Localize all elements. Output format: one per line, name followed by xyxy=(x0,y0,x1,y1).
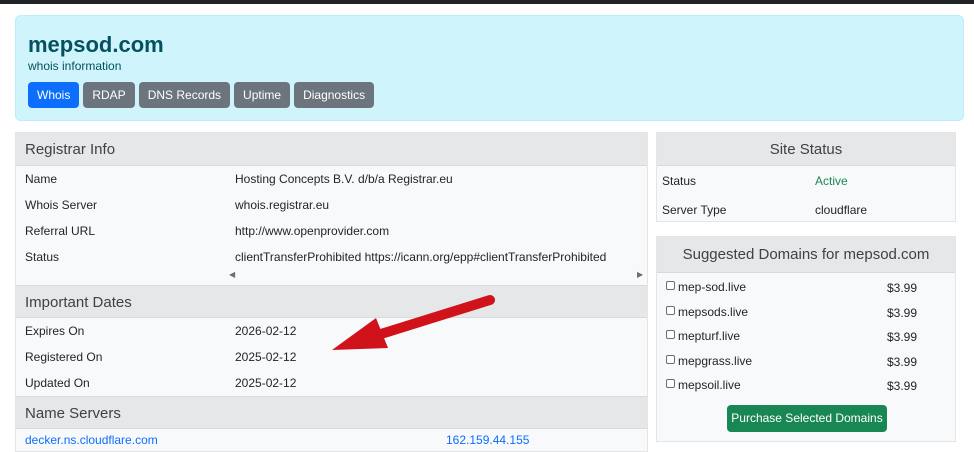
page-subtitle: whois information xyxy=(28,59,122,73)
tab-bar: Whois RDAP DNS Records Uptime Diagnostic… xyxy=(28,82,375,108)
status-active-value: Active xyxy=(815,174,848,188)
domain-name: mepgrass.live xyxy=(678,353,753,368)
purchase-selected-domains-button[interactable]: Purchase Selected Domains xyxy=(727,405,887,432)
row-value: 2026-02-12 xyxy=(235,324,297,338)
domain-price: $3.99 xyxy=(887,330,918,344)
row-value: clientTransferProhibited https://icann.o… xyxy=(235,250,607,264)
domain-checkbox[interactable] xyxy=(666,379,675,388)
horizontal-scrollbar[interactable]: ◀ ▶ xyxy=(16,270,647,284)
registrar-row-referral-url: Referral URL http://www.openprovider.com xyxy=(16,218,647,244)
registrar-row-status: Status clientTransferProhibited https://… xyxy=(16,244,647,270)
site-status-heading: Site Status xyxy=(657,133,955,166)
suggested-domain-item: mep-sod.live $3.99 xyxy=(657,275,955,300)
nameserver-row: decker.ns.cloudflare.com 162.159.44.155 xyxy=(16,429,647,449)
scroll-left-icon[interactable]: ◀ xyxy=(229,270,235,279)
domain-name: mepsods.live xyxy=(678,304,749,319)
domain-price: $3.99 xyxy=(887,354,918,369)
page-title: mepsod.com xyxy=(28,32,164,57)
tab-rdap[interactable]: RDAP xyxy=(83,82,135,108)
row-key: Status xyxy=(25,250,60,264)
domain-name: mepsoil.live xyxy=(678,378,741,392)
domain-checkbox[interactable] xyxy=(666,305,675,315)
domain-price: $3.99 xyxy=(887,305,918,320)
top-bar xyxy=(0,0,974,4)
suggested-domain-item: mepsoil.live $3.99 xyxy=(657,373,955,398)
dates-row-updated: Updated On 2025-02-12 xyxy=(16,370,647,396)
tab-diagnostics[interactable]: Diagnostics xyxy=(294,82,375,108)
red-arrow-icon xyxy=(332,295,495,350)
server-type-row: Server Type cloudflare xyxy=(657,195,955,224)
row-key: Status xyxy=(662,174,697,188)
site-status-card: Site Status Status Active Server Type cl… xyxy=(656,132,956,222)
name-servers-heading: Name Servers xyxy=(16,396,647,429)
row-key: Name xyxy=(25,172,58,186)
domain-checkbox[interactable] xyxy=(666,281,675,290)
row-key: Updated On xyxy=(25,376,90,390)
domain-name: mepturf.live xyxy=(678,329,741,343)
nameserver-ip-link[interactable]: 162.159.44.155 xyxy=(446,433,529,447)
row-key: Server Type xyxy=(662,203,727,217)
row-value: 2025-02-12 xyxy=(235,350,297,364)
row-key: Registered On xyxy=(25,350,103,364)
registrar-row-whois-server: Whois Server whois.registrar.eu xyxy=(16,192,647,218)
domain-checkbox[interactable] xyxy=(666,330,675,339)
suggested-domains-heading: Suggested Domains for mepsod.com xyxy=(657,237,955,273)
row-key: Whois Server xyxy=(25,198,98,212)
row-value: 2025-02-12 xyxy=(235,376,297,390)
row-value: cloudflare xyxy=(815,203,868,217)
domain-name: mep-sod.live xyxy=(678,280,747,294)
tab-whois[interactable]: Whois xyxy=(28,82,80,108)
domain-price: $3.99 xyxy=(887,281,918,295)
nameserver-host-link[interactable]: decker.ns.cloudflare.com xyxy=(25,433,158,447)
registrar-row-name: Name Hosting Concepts B.V. d/b/a Registr… xyxy=(16,166,647,192)
tab-uptime[interactable]: Uptime xyxy=(234,82,291,108)
domain-checkbox[interactable] xyxy=(666,354,675,364)
domain-header: mepsod.com whois information Whois RDAP … xyxy=(15,15,964,121)
row-key: Referral URL xyxy=(25,224,96,238)
suggested-domain-item: mepsods.live $3.99 xyxy=(657,300,955,325)
row-value: http://www.openprovider.com xyxy=(235,224,390,238)
suggested-domain-item: mepgrass.live $3.99 xyxy=(657,349,955,374)
tab-dns-records[interactable]: DNS Records xyxy=(138,82,231,108)
suggested-domain-item: mepturf.live $3.99 xyxy=(657,324,955,349)
row-value: Hosting Concepts B.V. d/b/a Registrar.eu xyxy=(235,172,453,186)
row-key: Expires On xyxy=(25,324,85,338)
domain-price: $3.99 xyxy=(887,379,918,393)
suggested-domains-card: Suggested Domains for mepsod.com mep-sod… xyxy=(656,236,956,442)
registrar-info-heading: Registrar Info xyxy=(16,133,647,166)
scroll-right-icon[interactable]: ▶ xyxy=(637,270,643,279)
site-status-row: Status Active xyxy=(657,166,955,195)
row-value: whois.registrar.eu xyxy=(235,198,330,212)
